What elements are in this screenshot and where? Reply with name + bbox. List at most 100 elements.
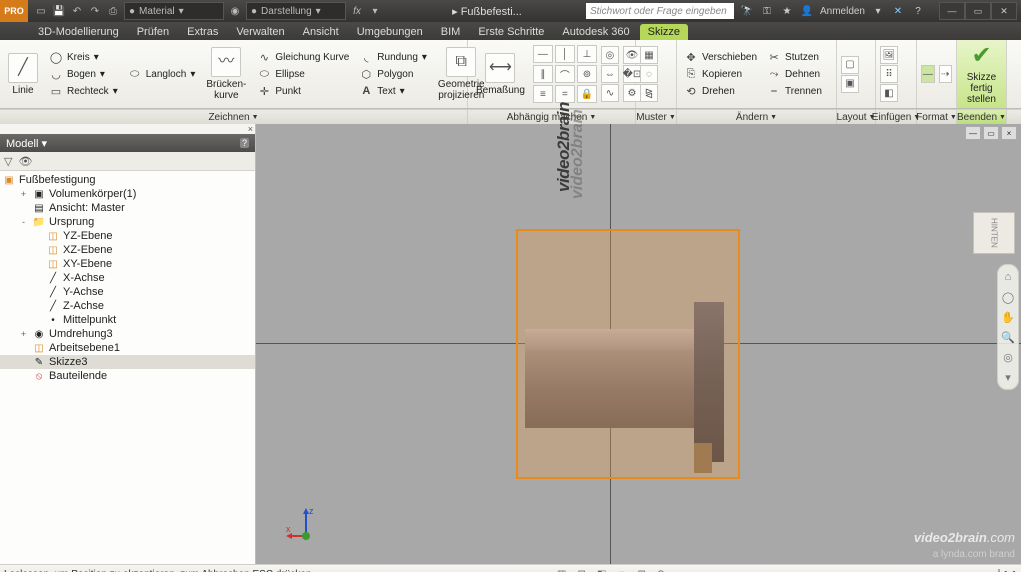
signin-link[interactable]: Anmelden xyxy=(820,6,865,17)
tab-autodesk360[interactable]: Autodesk 360 xyxy=(554,24,637,40)
tree-item[interactable]: +▣Volumenkörper(1) xyxy=(0,187,255,201)
dropdown-icon[interactable]: ▾ xyxy=(871,4,885,18)
constraint-smooth-icon[interactable]: ∿ xyxy=(601,84,619,102)
star-icon[interactable]: ★ xyxy=(780,4,794,18)
nav-pan-icon[interactable]: ✋ xyxy=(1000,309,1016,325)
app-icon[interactable]: PRO xyxy=(0,0,28,22)
slot-button[interactable]: ⬭Langloch ▾ xyxy=(125,66,199,82)
rect-button[interactable]: ▭Rechteck ▾ xyxy=(46,83,121,99)
help-icon[interactable]: ? xyxy=(911,4,925,18)
panel-label-muster[interactable]: Muster ▼ xyxy=(636,110,677,124)
tree-item[interactable]: ▤Ansicht: Master xyxy=(0,201,255,215)
extend-button[interactable]: ⤳Dehnen xyxy=(764,66,825,82)
bridge-curve-button[interactable]: 〰Brücken- kurve xyxy=(202,47,250,101)
fillet-button[interactable]: ◟Rundung ▾ xyxy=(356,49,430,65)
constraint-equal-icon[interactable]: = xyxy=(555,85,575,103)
tree-item[interactable]: ╱X-Achse xyxy=(0,271,255,285)
nav-zoom-icon[interactable]: 🔍 xyxy=(1000,329,1016,345)
user-icon[interactable]: 👤 xyxy=(800,4,814,18)
status-icon-5[interactable]: ⊞ xyxy=(634,567,650,572)
tree-item[interactable]: ╱Z-Achse xyxy=(0,299,255,313)
constraint-tangent-icon[interactable]: ⌒ xyxy=(555,65,575,83)
finish-sketch-button[interactable]: ✔ Skizze fertig stellen xyxy=(961,43,1002,104)
construction-toggle-icon[interactable]: — xyxy=(921,65,935,83)
trim-button[interactable]: ✂Stutzen xyxy=(764,49,825,65)
constraint-horizontal-icon[interactable]: — xyxy=(533,45,553,63)
tab-bim[interactable]: BIM xyxy=(433,24,469,40)
tree-item[interactable]: ╱Y-Achse xyxy=(0,285,255,299)
status-icon-6[interactable]: ⟳ xyxy=(654,567,670,572)
layout-a-icon[interactable]: ▢ xyxy=(841,56,859,74)
centerline-toggle-icon[interactable]: ⇢ xyxy=(939,65,953,83)
status-icon-4[interactable]: ▾ xyxy=(614,567,630,572)
text-button[interactable]: AText ▾ xyxy=(356,83,430,99)
circle-button[interactable]: ◯Kreis ▾ xyxy=(46,49,121,65)
viewport[interactable]: — ▭ × video2brain video2brain HINTEN ⌂ ◯… xyxy=(256,124,1021,564)
panel-label-zeichnen[interactable]: Zeichnen ▼ xyxy=(0,110,468,124)
panel-close-icon[interactable]: × xyxy=(248,124,253,134)
qat-save-icon[interactable]: 💾 xyxy=(52,4,66,18)
minimize-button[interactable]: — xyxy=(939,2,965,20)
tab-ansicht[interactable]: Ansicht xyxy=(295,24,347,40)
constraint-perp-icon[interactable]: ⊥ xyxy=(577,45,597,63)
tree-item[interactable]: +◉Umdrehung3 xyxy=(0,327,255,341)
help-search-input[interactable]: Stichwort oder Frage eingeben xyxy=(586,3,734,19)
nav-lookat-icon[interactable]: ◎ xyxy=(1000,349,1016,365)
nav-home-icon[interactable]: ⌂ xyxy=(1000,269,1016,285)
constraint-fix-icon[interactable]: 🔒 xyxy=(577,85,597,103)
key-icon[interactable]: ⚿ xyxy=(760,4,774,18)
qat-fx-icon[interactable]: fx xyxy=(350,4,364,18)
constraint-coinc-icon[interactable]: ⊚ xyxy=(577,65,597,83)
model-browser-header[interactable]: Modell ▾? xyxy=(0,134,255,152)
equation-curve-button[interactable]: ∿Gleichung Kurve xyxy=(254,49,352,65)
tab-ersteschritte[interactable]: Erste Schritte xyxy=(470,24,552,40)
split-button[interactable]: ⎯Trennen xyxy=(764,83,825,99)
tree-item[interactable]: ◫Arbeitsebene1 xyxy=(0,341,255,355)
status-icon-2[interactable]: ⊡ xyxy=(574,567,590,572)
tree-root[interactable]: ▣Fußbefestigung xyxy=(0,173,255,187)
qat-redo-icon[interactable]: ↷ xyxy=(88,4,102,18)
panel-label-beenden[interactable]: Beenden ▼ xyxy=(957,110,1007,124)
panel-help-icon[interactable]: ? xyxy=(240,138,249,148)
qat-open-icon[interactable]: ▭ xyxy=(34,4,48,18)
filter-icon[interactable]: ▽ xyxy=(4,155,12,168)
qat-print-icon[interactable]: ⎙ xyxy=(106,4,120,18)
find-icon[interactable]: 👁 xyxy=(18,155,32,168)
constraint-colinear-icon[interactable]: ≡ xyxy=(533,85,553,103)
tree-item[interactable]: -📁Ursprung xyxy=(0,215,255,229)
constraint-sym-icon[interactable]: ⇔ xyxy=(601,65,619,83)
move-button[interactable]: ✥Verschieben xyxy=(681,49,760,65)
tree-item[interactable]: ◫XY-Ebene xyxy=(0,257,255,271)
nav-orbit-icon[interactable]: ◯ xyxy=(1000,289,1016,305)
viewcube[interactable]: HINTEN xyxy=(973,212,1015,254)
tree-item[interactable]: •Mittelpunkt xyxy=(0,313,255,327)
qat-more-icon[interactable]: ▾ xyxy=(368,4,382,18)
constraint-conc-icon[interactable]: ◎ xyxy=(601,46,619,64)
binoculars-icon[interactable]: 🔭 xyxy=(740,4,754,18)
tab-extras[interactable]: Extras xyxy=(179,24,226,40)
mdi-close-icon[interactable]: × xyxy=(1001,126,1017,140)
material-dropdown[interactable]: ● Material ▾ xyxy=(124,2,224,20)
tree-item[interactable]: ✎Skizze3 xyxy=(0,355,255,369)
copy-button[interactable]: ⎘Kopieren xyxy=(681,66,760,82)
panel-label-ndern[interactable]: Ändern ▼ xyxy=(677,110,837,124)
layout-b-icon[interactable]: ▣ xyxy=(841,75,859,93)
tab-skizze[interactable]: Skizze xyxy=(640,24,688,40)
constraint-vertical-icon[interactable]: │ xyxy=(555,45,575,63)
nav-more-icon[interactable]: ▾ xyxy=(1000,369,1016,385)
mdi-max-icon[interactable]: ▭ xyxy=(983,126,999,140)
insert-points-icon[interactable]: ⠿ xyxy=(880,65,898,83)
tab-prfen[interactable]: Prüfen xyxy=(129,24,177,40)
panel-label-abhngigmachen[interactable]: Abhängig machen ▼ xyxy=(468,110,636,124)
status-icon-1[interactable]: ▦ xyxy=(554,567,570,572)
qat-undo-icon[interactable]: ↶ xyxy=(70,4,84,18)
mdi-min-icon[interactable]: — xyxy=(965,126,981,140)
maximize-button[interactable]: ▭ xyxy=(965,2,991,20)
tab-umgebungen[interactable]: Umgebungen xyxy=(349,24,431,40)
point-button[interactable]: ✛Punkt xyxy=(254,83,352,99)
line-button[interactable]: ╱Linie xyxy=(4,53,42,96)
circ-pattern-icon[interactable]: ◌ xyxy=(640,65,658,83)
insert-image-icon[interactable]: 🖼 xyxy=(880,46,898,64)
tree-item[interactable]: ⦸Bauteilende xyxy=(0,369,255,383)
tab-3dmodellierung[interactable]: 3D-Modellierung xyxy=(30,24,127,40)
